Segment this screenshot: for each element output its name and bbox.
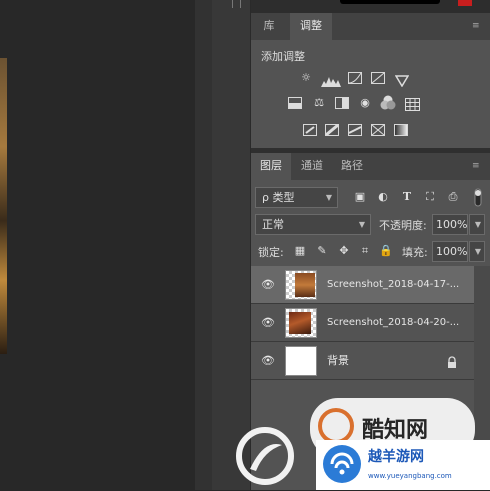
tab-channels[interactable]: 通道 xyxy=(293,153,331,180)
layer-thumbnail xyxy=(285,346,317,376)
adjustment-layer-filter-icon[interactable]: ◐ xyxy=(374,188,392,206)
lock-artboard-icon[interactable]: ⌗ xyxy=(357,242,373,260)
layer-row[interactable]: 👁 背景 xyxy=(251,342,474,380)
blend-mode-value: 正常 xyxy=(262,218,284,231)
layer-thumbnail xyxy=(285,270,317,300)
pixel-layer-filter-icon[interactable]: ▣ xyxy=(351,188,369,206)
filter-label: ρ 类型 xyxy=(262,191,295,204)
wifi-logo-icon xyxy=(322,444,362,484)
opacity-dropdown[interactable]: ▼ xyxy=(469,214,485,235)
blend-mode-select[interactable]: 正常 ▼ xyxy=(255,214,371,235)
eye-icon[interactable]: 👁 xyxy=(253,342,283,380)
invert-icon[interactable] xyxy=(303,124,317,136)
tab-library[interactable]: 库 xyxy=(251,13,287,40)
layer-row[interactable]: 👁 Screenshot_2018-04-20-... xyxy=(251,304,474,342)
hue-saturation-icon[interactable] xyxy=(288,97,302,109)
layer-lock-icon xyxy=(447,354,457,368)
site-watermark-banner: 越羊游网 www.yueyangbang.com xyxy=(316,440,490,490)
site-watermark-title: 越羊游网 xyxy=(368,449,424,465)
close-button[interactable] xyxy=(458,0,472,6)
chevron-down-icon: ▼ xyxy=(325,193,332,202)
watermark-swirl-icon xyxy=(234,425,296,487)
chevron-down-icon: ▼ xyxy=(474,247,481,256)
layer-name[interactable]: Screenshot_2018-04-20-... xyxy=(327,304,459,342)
chevron-down-icon: ▼ xyxy=(358,220,365,229)
lock-position-move-icon[interactable]: ✥ xyxy=(336,242,352,260)
eye-icon[interactable]: 👁 xyxy=(253,266,283,304)
photo-filter-icon[interactable]: ◉ xyxy=(356,94,374,112)
topbar-slider[interactable] xyxy=(340,0,440,4)
levels-icon[interactable] xyxy=(321,72,341,87)
watermark-logo-icon xyxy=(318,408,354,444)
canvas-scroll-gutter xyxy=(195,0,212,490)
eye-icon[interactable]: 👁 xyxy=(253,304,283,342)
brightness-icon[interactable]: ☼ xyxy=(297,69,315,87)
channel-mixer-icon[interactable] xyxy=(380,95,396,111)
filter-toggle-switch[interactable] xyxy=(472,187,484,208)
layers-panel-menu-icon[interactable]: ≡ xyxy=(472,153,486,180)
layer-thumbnail xyxy=(285,308,317,338)
adjustments-heading: 添加调整 xyxy=(261,50,305,63)
fill-input[interactable]: 100% xyxy=(432,241,468,262)
document-image-edge xyxy=(0,58,7,354)
chevron-down-icon: ▼ xyxy=(474,220,481,229)
posterize-icon[interactable] xyxy=(325,123,339,137)
selective-color-icon[interactable] xyxy=(371,124,385,136)
site-watermark-url: www.yueyangbang.com xyxy=(368,472,452,480)
lock-transparent-icon[interactable]: ▦ xyxy=(292,242,308,260)
threshold-icon[interactable] xyxy=(348,124,362,136)
layer-name[interactable]: 背景 xyxy=(327,342,349,380)
layer-row[interactable]: 👁 Screenshot_2018-04-17-... xyxy=(251,266,474,304)
shape-layer-filter-icon[interactable]: ⛶ xyxy=(421,188,439,206)
fill-dropdown[interactable]: ▼ xyxy=(469,241,485,262)
fill-label: 填充: xyxy=(402,246,428,259)
panel-menu-icon[interactable]: ≡ xyxy=(472,13,486,40)
collapsed-panel-dock xyxy=(212,0,251,490)
document-canvas[interactable] xyxy=(0,0,195,490)
smart-object-filter-icon[interactable]: ⎙ xyxy=(444,188,462,206)
tab-layers[interactable]: 图层 xyxy=(251,153,291,180)
layer-filter-select[interactable]: ρ 类型 ▼ xyxy=(255,187,338,208)
color-lookup-icon[interactable] xyxy=(405,96,420,111)
lock-image-brush-icon[interactable]: ✎ xyxy=(314,242,330,260)
type-layer-filter-icon[interactable]: T xyxy=(398,188,416,206)
tab-adjustments[interactable]: 调整 xyxy=(290,13,332,40)
exposure-icon[interactable] xyxy=(371,72,385,84)
gradient-map-icon[interactable] xyxy=(394,124,408,136)
tab-paths[interactable]: 路径 xyxy=(333,153,371,180)
lock-all-icon[interactable]: 🔒 xyxy=(378,242,394,260)
lock-label: 锁定: xyxy=(258,246,284,259)
opacity-label: 不透明度: xyxy=(379,219,427,232)
dock-grip-handle[interactable] xyxy=(232,0,241,8)
color-balance-icon[interactable]: ⚖ xyxy=(310,94,328,112)
vibrance-icon[interactable] xyxy=(394,72,410,88)
opacity-input[interactable]: 100% xyxy=(432,214,468,235)
black-white-icon[interactable] xyxy=(335,97,349,109)
layer-name[interactable]: Screenshot_2018-04-17-... xyxy=(327,266,459,304)
curves-icon[interactable] xyxy=(348,72,362,84)
